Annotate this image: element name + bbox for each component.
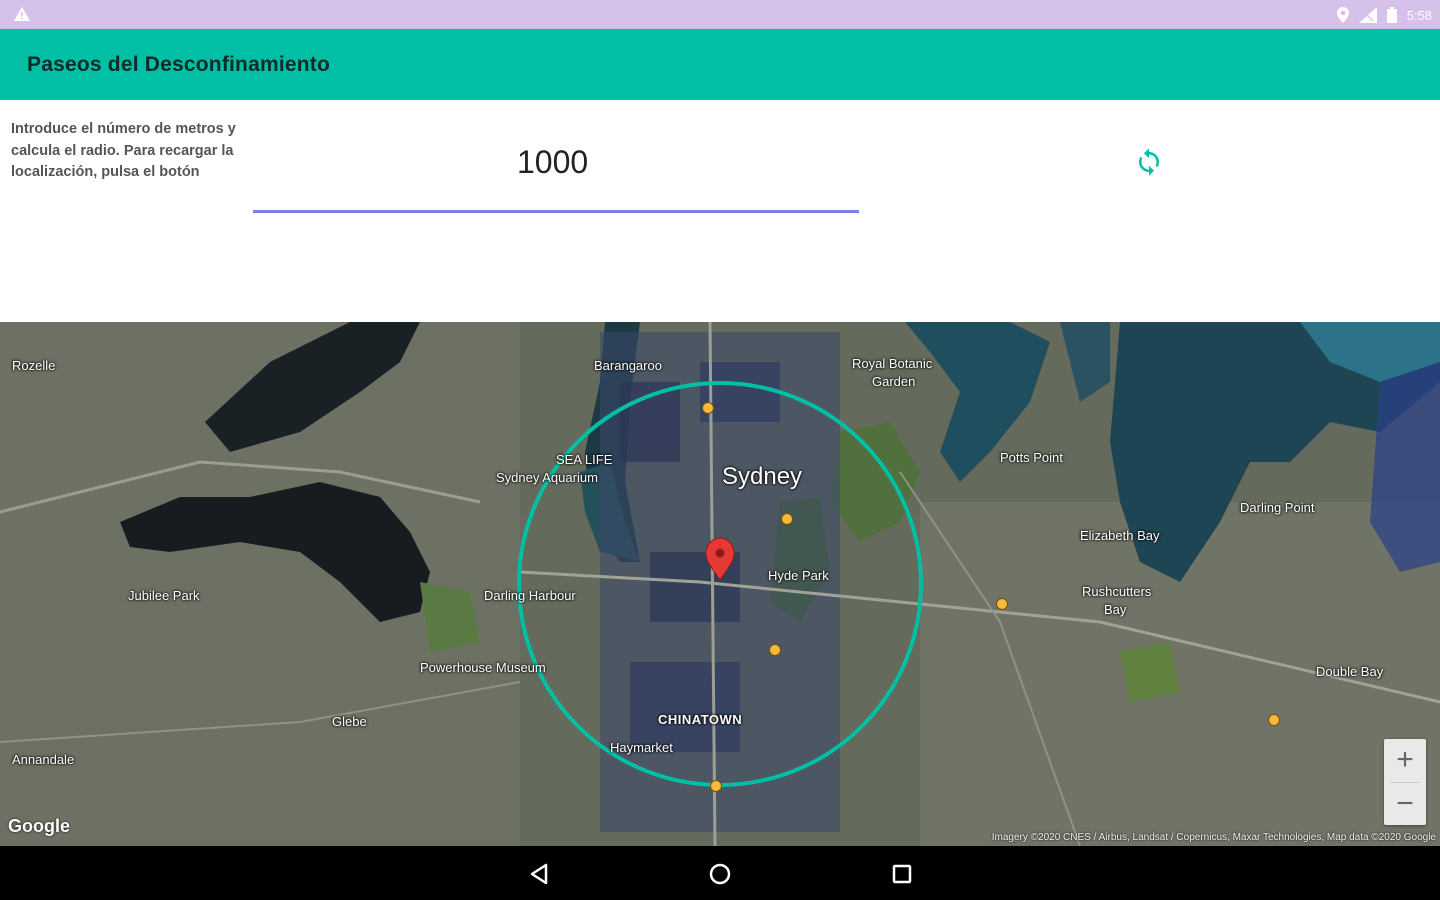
- zoom-in-button[interactable]: +: [1384, 739, 1426, 781]
- zoom-controls: + −: [1384, 739, 1426, 825]
- map-label: Rozelle: [12, 358, 56, 373]
- map-label: Barangaroo: [594, 358, 662, 373]
- meters-input[interactable]: [253, 134, 859, 190]
- map-view[interactable]: Rozelle Barangaroo Royal Botanic Garden …: [0, 322, 1440, 846]
- map-label: Darling Point: [1240, 500, 1315, 515]
- signal-icon: [1358, 7, 1377, 23]
- map-label: Bay: [1104, 602, 1127, 617]
- map-label: Potts Point: [1000, 450, 1063, 465]
- poi-marker[interactable]: [702, 402, 714, 414]
- map-center-label: Sydney: [722, 463, 803, 490]
- map-label: Elizabeth Bay: [1080, 528, 1160, 543]
- map-label: Garden: [872, 374, 916, 389]
- zoom-out-button[interactable]: −: [1384, 783, 1426, 825]
- map-label: Powerhouse Museum: [420, 660, 546, 675]
- status-time: 5:58: [1406, 7, 1432, 23]
- map-label: Hyde Park: [768, 568, 829, 583]
- form-panel: Introduce el número de metros y calcula …: [0, 100, 1440, 322]
- home-icon[interactable]: [706, 860, 734, 888]
- map-label: Jubilee Park: [128, 588, 200, 603]
- map-label: Rushcutters: [1082, 584, 1152, 599]
- poi-marker[interactable]: [1268, 714, 1280, 726]
- map-label: Darling Harbour: [484, 588, 576, 603]
- status-icons: 5:58: [1336, 5, 1432, 25]
- map-label: Double Bay: [1316, 664, 1384, 679]
- map-label: CHINATOWN: [658, 712, 743, 727]
- recents-icon[interactable]: [888, 860, 916, 888]
- navigation-bar: [0, 846, 1440, 900]
- location-icon: [1336, 7, 1349, 23]
- map-label: Glebe: [332, 714, 367, 729]
- status-bar: 5:58: [0, 0, 1440, 29]
- map-label: Haymarket: [610, 740, 673, 755]
- app-bar: Paseos del Desconfinamiento: [0, 29, 1440, 100]
- meters-field[interactable]: [253, 134, 859, 214]
- refresh-icon: [1139, 148, 1159, 176]
- poi-marker[interactable]: [710, 780, 722, 792]
- poi-marker[interactable]: [996, 598, 1008, 610]
- satellite-imagery: [0, 322, 1440, 846]
- map-label: Sydney Aquarium: [496, 470, 598, 485]
- map-attribution[interactable]: Imagery ©2020 CNES / Airbus, Landsat / C…: [992, 832, 1436, 843]
- meters-underline: [253, 210, 859, 213]
- battery-icon: [1386, 7, 1397, 23]
- poi-marker[interactable]: [769, 644, 781, 656]
- map-label: Annandale: [12, 752, 75, 767]
- warning-icon: [14, 7, 30, 21]
- instructions-text: Introduce el número de metros y calcula …: [11, 121, 236, 180]
- map-label: SEA LIFE: [556, 452, 613, 467]
- google-logo: Google: [8, 816, 70, 836]
- app-title: Paseos del Desconfinamiento: [27, 53, 330, 76]
- map-label: Royal Botanic: [852, 356, 933, 371]
- refresh-location-button[interactable]: [1130, 143, 1168, 181]
- back-icon[interactable]: [526, 860, 554, 888]
- poi-marker[interactable]: [781, 513, 793, 525]
